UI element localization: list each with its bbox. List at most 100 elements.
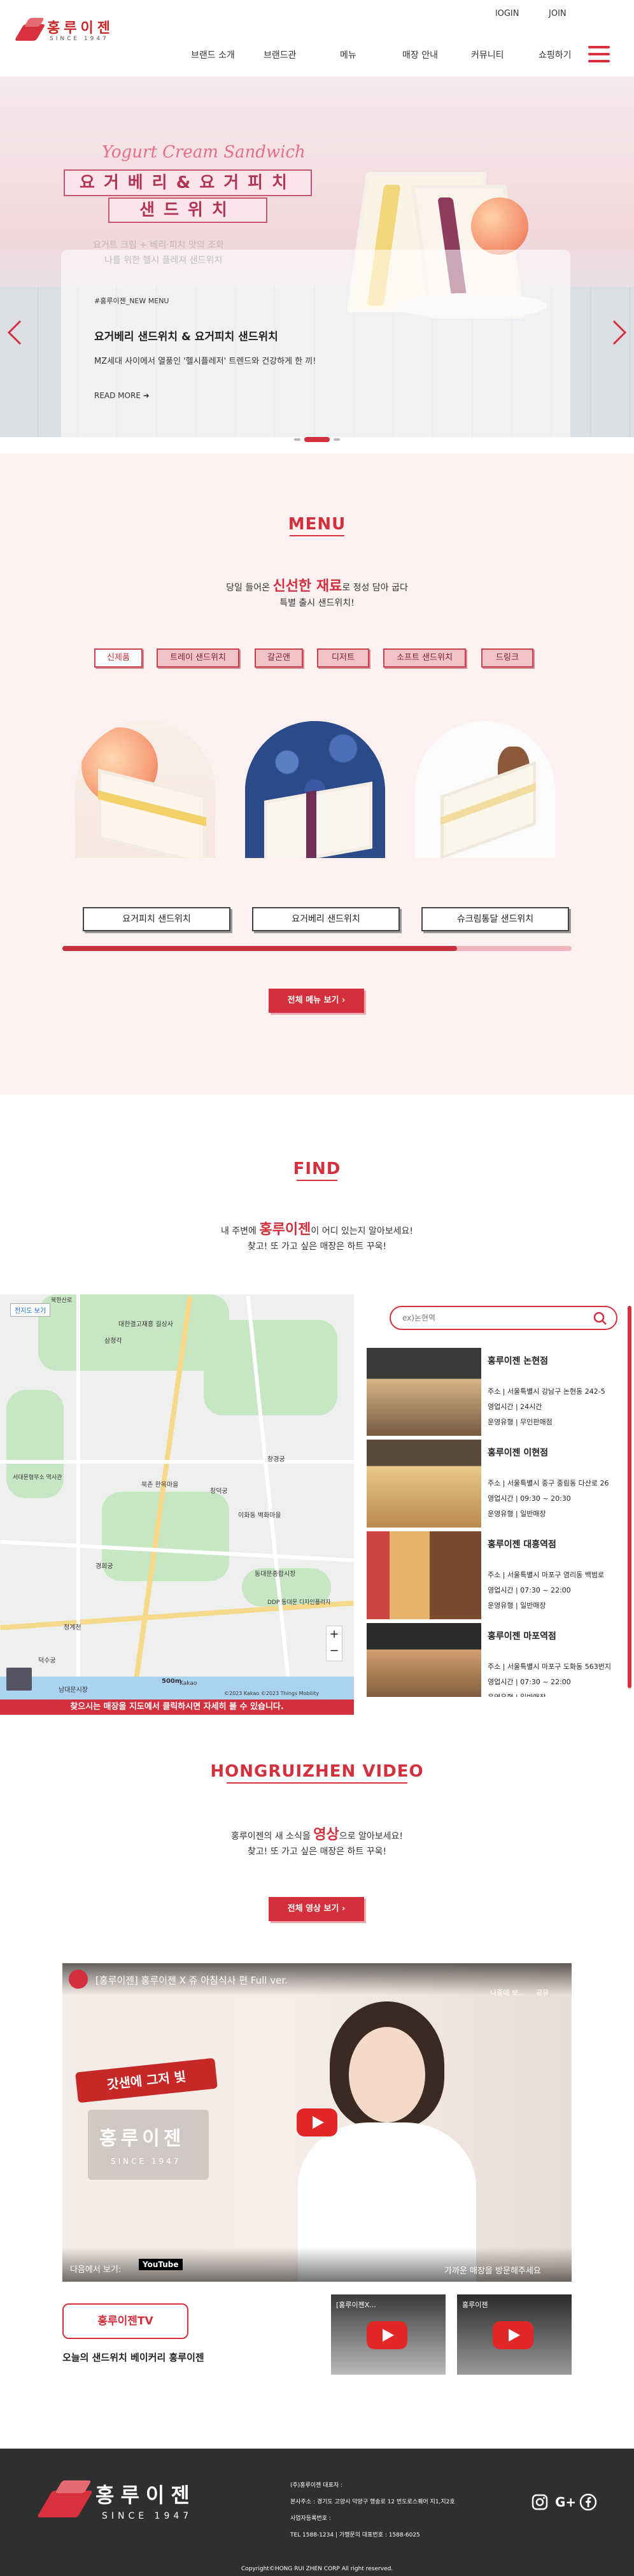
- logo-since: SINCE 1947: [50, 36, 109, 42]
- hero-prev-arrow-icon[interactable]: [6, 318, 23, 347]
- join-link[interactable]: JOIN: [549, 9, 567, 18]
- video-corner-text: 가까운 매장을 방문해주세요: [444, 2266, 541, 2276]
- video-title[interactable]: [홍루이젠] 홍루이젠 X 쥬 아침식사 편 Full ver.: [95, 1973, 288, 1987]
- map-zoom-control[interactable]: + −: [326, 1626, 342, 1661]
- hero-headline: 요거베리 샌드위치 & 요거피치 샌드위치: [94, 331, 278, 343]
- channel-avatar-icon[interactable]: [69, 1970, 88, 1989]
- login-link[interactable]: lOGIN: [495, 9, 519, 18]
- hero-next-arrow-icon[interactable]: [611, 318, 628, 347]
- footer-logo-mark-icon: [36, 2479, 94, 2520]
- hero-faint-line2: 나를 위한 헬시 플레져 샌드위치: [104, 255, 223, 266]
- facebook-icon[interactable]: [579, 2493, 597, 2511]
- chevron-right-icon: ›: [341, 1904, 346, 1914]
- store-address: 주소 | 서울특별시 마포구 염리동 백범로: [488, 1571, 605, 1579]
- store-search-input[interactable]: [402, 1312, 587, 1324]
- store-photo: [367, 1531, 481, 1619]
- video-play-icon[interactable]: [297, 2108, 337, 2136]
- play-icon[interactable]: [367, 2321, 407, 2349]
- store-item[interactable]: 홍루이젠 대흥역점 주소 | 서울특별시 마포구 염리동 백범로 영업시간 | …: [367, 1531, 634, 1619]
- video-overlay-brand: 홍루이젠: [99, 2128, 185, 2150]
- product-image-choux-cream[interactable]: [415, 721, 555, 858]
- nav-item-menu[interactable]: 메뉴: [340, 48, 356, 61]
- menu-tab-galgon[interactable]: 갈곤앤: [255, 648, 303, 668]
- footer-brand[interactable]: 홍루이젠: [95, 2479, 196, 2508]
- find-sub-pre: 내 주변에: [220, 1226, 260, 1236]
- store-list-scrollbar[interactable]: [628, 1306, 631, 1689]
- all-menu-button[interactable]: 전체 메뉴 보기 ›: [269, 989, 364, 1013]
- store-address: 주소 | 서울특별시 마포구 도화동 563번지: [488, 1663, 611, 1671]
- product-image-yogurt-peach[interactable]: [75, 721, 215, 858]
- slide-dot-1[interactable]: [294, 438, 300, 441]
- store-item[interactable]: 홍루이젠 논현점 주소 | 서울특별시 강남구 논현동 242-5 영업시간 |…: [367, 1348, 634, 1436]
- hero-read-more-link[interactable]: READ MORE ➜: [94, 391, 150, 400]
- chevron-right-icon: ›: [341, 996, 346, 1005]
- store-photo: [367, 1623, 481, 1697]
- map-view-button[interactable]: 전지도 보기: [10, 1303, 51, 1317]
- hero-description: MZ세대 사이에서 열풍인 '헬시플레저' 트렌드와 건강하게 한 끼!: [94, 357, 316, 366]
- video-title-underline: [227, 1782, 407, 1784]
- thumb-title: 홍루이젠: [462, 2301, 488, 2309]
- scrollbar-thumb[interactable]: [628, 1306, 631, 1688]
- all-video-button[interactable]: 전체 영상 보기 ›: [269, 1897, 364, 1921]
- hero-script-title: Yogurt Cream Sandwich: [102, 143, 306, 162]
- video-section-title: HONGRUIZHEN VIDEO: [210, 1762, 424, 1781]
- nav-item-community[interactable]: 커뮤니티: [471, 48, 504, 61]
- map-label: 청계천: [64, 1624, 81, 1631]
- store-name: 홍루이젠 마포역점: [488, 1631, 556, 1642]
- video-overlay-since: SINCE 1947: [111, 2157, 181, 2166]
- search-icon[interactable]: [593, 1312, 607, 1326]
- video-sub-post: 으로 알아보세요!: [339, 1831, 403, 1842]
- minimap-thumbnail[interactable]: [6, 1668, 32, 1691]
- video-sub-emphasis: 영상: [313, 1827, 339, 1843]
- hongruizhen-tv-button[interactable]: 홍루이젠TV: [62, 2303, 188, 2339]
- menu-tab-tray[interactable]: 트레이 샌드위치: [157, 648, 239, 668]
- slide-dot-3[interactable]: [334, 438, 340, 441]
- slide-dot-2[interactable]: [304, 437, 330, 442]
- nav-item-brand-hall[interactable]: 브랜드관: [264, 48, 297, 61]
- thumb-title: [홍루이젠X...: [336, 2301, 376, 2309]
- youtube-logo[interactable]: YouTube: [139, 2259, 183, 2270]
- product-image-yogurt-berry[interactable]: [245, 721, 385, 858]
- store-type: 운영유형 | 무인판매점: [488, 1418, 553, 1426]
- store-search-box[interactable]: [390, 1306, 617, 1330]
- hamburger-menu-icon[interactable]: [588, 45, 610, 64]
- product-button-yogurt-peach[interactable]: 요거피치 샌드위치: [83, 907, 230, 931]
- main-nav: 브랜드 소개 브랜드관 메뉴 매장 안내 커뮤니티 쇼핑하기: [185, 48, 592, 64]
- menu-tab-drink[interactable]: 드링크: [481, 648, 533, 668]
- nav-item-store-info[interactable]: 매장 안내: [402, 48, 438, 61]
- find-title-underline: [297, 1180, 337, 1181]
- zoom-out-icon[interactable]: −: [329, 1644, 339, 1657]
- find-subtitle-line2: 찾고! 또 가고 싶은 매장은 하트 꾸욱!: [247, 1241, 387, 1252]
- hero-slider: Yogurt Cream Sandwich 요거베리&요거피치 샌드위치 요거트…: [0, 76, 634, 437]
- nav-item-shopping[interactable]: 쇼핑하기: [539, 48, 572, 61]
- zoom-in-icon[interactable]: +: [329, 1628, 339, 1641]
- instagram-icon[interactable]: [531, 2493, 549, 2511]
- map-caption: 찾으시는 매장을 지도에서 클릭하시면 자세히 볼 수 있습니다.: [0, 1699, 354, 1715]
- footer-info-line: 본사주소 : 경기도 고양시 덕양구 행송로 12 번도로스퀘어 지1,지2호: [290, 2499, 455, 2505]
- menu-subtitle-line2: 특별 출시 샌드위치!: [279, 598, 355, 608]
- nav-item-brand-intro[interactable]: 브랜드 소개: [191, 48, 235, 61]
- find-sub-emphasis: 홍루이젠: [259, 1222, 311, 1238]
- share-label[interactable]: 공유: [536, 1987, 549, 1998]
- play-icon[interactable]: [493, 2321, 533, 2349]
- watch-later-label[interactable]: 나중에 보...: [490, 1987, 525, 1998]
- hero-title-line1: 요거베리&요거피치: [64, 169, 312, 196]
- menu-tab-soft[interactable]: 소프트 샌드위치: [383, 648, 466, 668]
- main-video-player[interactable]: [홍루이젠] 홍루이젠 X 쥬 아침식사 편 Full ver. 나중에 보..…: [62, 1963, 572, 2282]
- all-video-label: 전체 영상 보기: [287, 1904, 339, 1914]
- menu-sub-emphasis: 신선한 재료: [272, 578, 342, 594]
- menu-tab-dessert[interactable]: 디저트: [317, 648, 369, 668]
- store-map[interactable]: 전지도 보기 북한산로 대한결고재흥 길상사 삼청각 창경궁 경희궁 서대문형무…: [0, 1294, 354, 1702]
- product-button-choux-cream[interactable]: 슈크림통달 샌드위치: [421, 907, 569, 931]
- site-footer: 홍루이젠 SINCE 1947 (주)홍루이젠 대표자 : 본사주소 : 경기도…: [0, 2449, 634, 2576]
- video-thumbnail-1[interactable]: [홍루이젠X...: [331, 2294, 446, 2375]
- video-thumbnail-2[interactable]: 홍루이젠: [457, 2294, 572, 2375]
- product-button-yogurt-berry[interactable]: 요거베리 샌드위치: [252, 907, 400, 931]
- map-label: 북촌 한옥마을: [141, 1482, 179, 1489]
- store-item[interactable]: 홍루이젠 이현점 주소 | 서울특별시 중구 중림동 다산로 26 영업시간 |…: [367, 1440, 634, 1528]
- store-item[interactable]: 홍루이젠 마포역점 주소 | 서울특별시 마포구 도화동 563번지 영업시간 …: [367, 1623, 634, 1697]
- menu-carousel-progress[interactable]: [62, 946, 572, 951]
- menu-tab-new[interactable]: 신제품: [94, 648, 143, 668]
- google-plus-icon[interactable]: G+: [555, 2494, 576, 2510]
- brand-logo[interactable]: 홍루이젠 SINCE 1947: [14, 14, 120, 47]
